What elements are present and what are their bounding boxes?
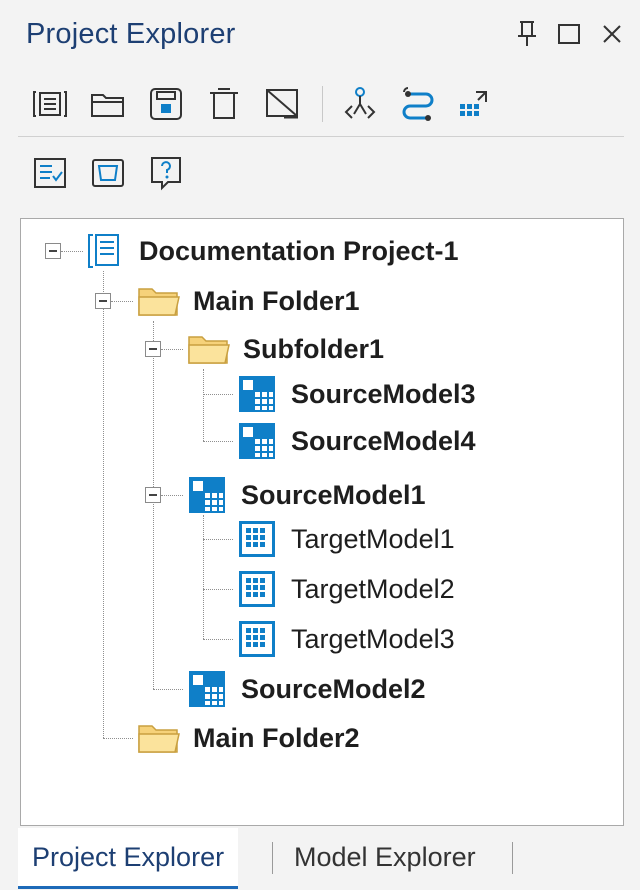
tree-item-label: TargetModel3	[291, 623, 455, 654]
source-model-icon	[189, 671, 225, 707]
folder-icon	[138, 725, 180, 753]
collapse-toggle-source-model1[interactable]	[145, 487, 161, 503]
project-tree: Documentation Project-1 Main Folder1 Sub…	[20, 218, 624, 826]
tree-connector	[203, 369, 204, 441]
target-model-icon	[239, 621, 275, 657]
maximize-icon[interactable]	[554, 16, 584, 50]
tree-connector	[153, 321, 154, 689]
tree-item-label: TargetModel2	[291, 573, 455, 604]
pin-icon[interactable]	[512, 16, 542, 50]
tree-item-target-model3[interactable]: TargetModel3	[237, 617, 455, 661]
checklist-icon[interactable]	[30, 153, 70, 193]
tree-connector	[203, 539, 233, 540]
tree-connector	[203, 394, 233, 395]
open-folder-icon[interactable]	[88, 84, 128, 124]
tree-item-label: Main Folder2	[193, 722, 360, 753]
help-icon[interactable]	[146, 153, 186, 193]
tree-item-label: SourceModel2	[241, 673, 426, 704]
folder-icon	[188, 336, 230, 364]
folder-icon	[138, 288, 180, 316]
tree-item-label: SourceModel3	[291, 378, 476, 409]
panel-titlebar: Project Explorer	[0, 0, 640, 72]
source-model-icon	[239, 376, 275, 412]
link-icon[interactable]	[398, 84, 438, 124]
tab-project-explorer[interactable]: Project Explorer	[18, 828, 239, 889]
collapse-toggle-root[interactable]	[45, 243, 61, 259]
tree-item-label: TargetModel1	[291, 523, 455, 554]
explorer-tabs: Project Explorer Model Explorer	[0, 828, 640, 890]
tree-item-label: Main Folder1	[193, 285, 360, 316]
properties-icon[interactable]	[30, 84, 70, 124]
project-explorer-panel: Project Explorer Documentation Project-1…	[0, 0, 640, 890]
delete-icon[interactable]	[204, 84, 244, 124]
tab-label: Project Explorer	[32, 841, 225, 872]
tree-item-subfolder1[interactable]: Subfolder1	[187, 327, 384, 371]
toolbar-row-1	[18, 72, 624, 134]
tree-connector	[203, 515, 204, 639]
tree-connector	[103, 738, 133, 739]
close-model-icon[interactable]	[262, 84, 302, 124]
tree-item-label: Documentation Project-1	[139, 235, 459, 266]
tree-item-label: SourceModel4	[291, 425, 476, 456]
source-model-icon	[239, 423, 275, 459]
tree-item-label: SourceModel1	[241, 479, 426, 510]
tree-item-target-model1[interactable]: TargetModel1	[237, 517, 455, 561]
tree-connector	[103, 271, 104, 738]
tab-label: Model Explorer	[294, 841, 476, 872]
tree-item-source-model1[interactable]: SourceModel1	[187, 473, 426, 517]
target-model-icon	[239, 521, 275, 557]
tree-item-label: Subfolder1	[243, 333, 385, 364]
save-icon[interactable]	[146, 84, 186, 124]
close-icon[interactable]	[598, 16, 628, 50]
model-mapping-icon[interactable]	[340, 84, 380, 124]
tree-item-main-folder1[interactable]: Main Folder1	[137, 279, 360, 323]
toolbar-divider	[18, 136, 624, 137]
tree-item-source-model4[interactable]: SourceModel4	[237, 419, 476, 463]
collapse-toggle-main-folder1[interactable]	[95, 293, 111, 309]
tree-item-source-model2[interactable]: SourceModel2	[187, 667, 426, 711]
target-model-icon	[239, 571, 275, 607]
tree-item-source-model3[interactable]: SourceModel3	[237, 372, 476, 416]
project-icon	[88, 234, 119, 268]
tab-model-explorer[interactable]: Model Explorer	[282, 828, 488, 886]
panel-title: Project Explorer	[26, 18, 236, 50]
toolbar-row-2	[18, 141, 624, 203]
tree-connector	[61, 251, 83, 252]
collapse-toggle-subfolder1[interactable]	[145, 341, 161, 357]
tab-divider	[272, 842, 273, 874]
tree-connector	[161, 495, 183, 496]
tree-item-main-folder2[interactable]: Main Folder2	[137, 716, 360, 760]
window-icon[interactable]	[88, 153, 128, 193]
tab-divider	[512, 842, 513, 874]
tree-connector	[111, 301, 133, 302]
tree-item-target-model2[interactable]: TargetModel2	[237, 567, 455, 611]
toolbar-separator	[322, 86, 323, 122]
tree-connector	[203, 441, 233, 442]
tree-item-documentation-project[interactable]: Documentation Project-1	[85, 229, 459, 273]
tree-connector	[203, 589, 233, 590]
tree-connector	[203, 639, 233, 640]
expand-icon[interactable]	[454, 84, 494, 124]
source-model-icon	[189, 477, 225, 513]
tree-connector	[153, 689, 183, 690]
tree-connector	[161, 349, 183, 350]
